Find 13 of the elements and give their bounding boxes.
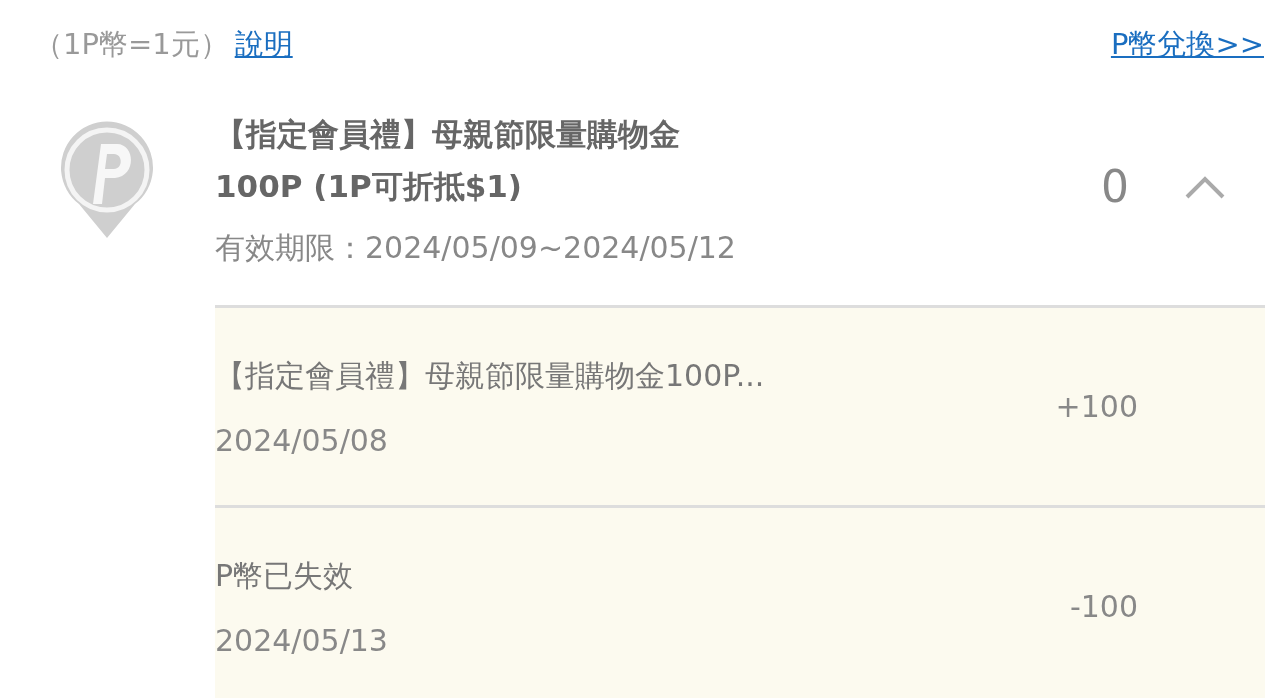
record-amount: -100 [1069, 589, 1138, 624]
record-description: 【指定會員禮】母親節限量購物金100P... [215, 356, 765, 395]
record-date: 2024/05/13 [215, 622, 388, 658]
chevron-up-icon[interactable] [1185, 174, 1225, 199]
record-date: 2024/05/08 [215, 422, 389, 458]
points-title: 【指定會員禮】母親節限量購物金 100P (1P可折抵$1) [215, 115, 681, 206]
validity-period: 有效期限：2024/05/09~2024/05/12 [215, 229, 737, 267]
record-description: P幣已失效 [215, 556, 355, 595]
exchange-rate: （1P幣=1元） [34, 26, 229, 63]
record-amount: +100 [1055, 389, 1138, 424]
exchange-link[interactable]: P幣兌換>> [1110, 25, 1264, 65]
points-balance: 0 [1101, 161, 1129, 212]
help-link[interactable]: 說明 [234, 25, 293, 65]
